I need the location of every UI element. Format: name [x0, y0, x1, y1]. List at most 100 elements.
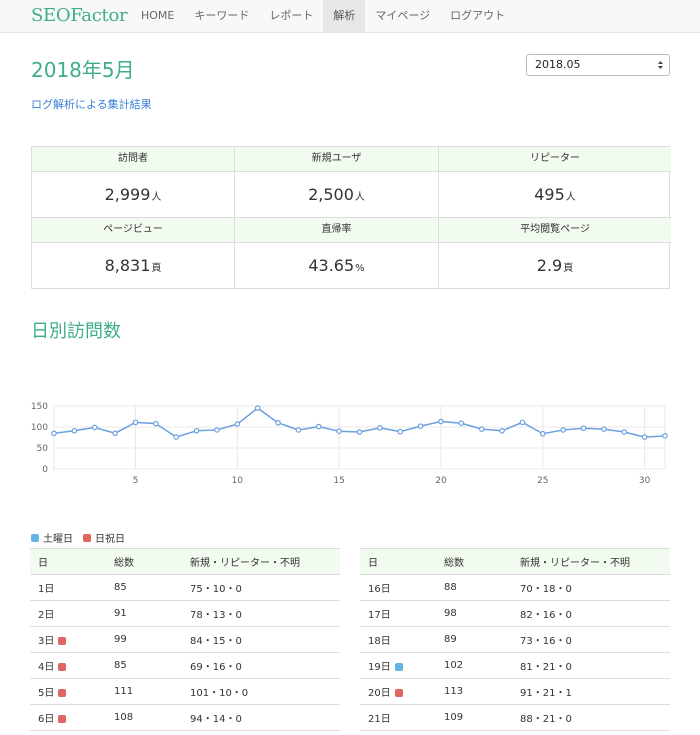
data-point — [621, 429, 628, 435]
holiday-swatch — [83, 533, 91, 542]
cell-day: 18日 — [360, 626, 436, 653]
data-point — [112, 430, 118, 437]
cell-total: 113 — [436, 678, 512, 705]
data-point — [234, 421, 241, 427]
table-row: 6日 108 94・14・0 — [30, 704, 340, 731]
page-title: 2018年5月 — [31, 58, 135, 82]
x-tick-label: 10 — [232, 476, 244, 486]
stat-value-new-users: 2,500人 — [235, 172, 439, 218]
nav-home[interactable]: HOME — [131, 0, 184, 32]
data-point — [580, 425, 587, 432]
data-point — [377, 425, 383, 431]
legend-saturday: 土曜日 — [31, 530, 73, 545]
saturday-marker — [394, 663, 403, 671]
data-point — [153, 420, 159, 427]
top-navbar: SEOFactor HOME キーワード レポート 解析 マイページ ログアウト — [0, 0, 700, 33]
daily-visits-title: 日別訪問数 — [31, 321, 121, 342]
cell-breakdown: 94・14・0 — [182, 704, 340, 731]
holiday-marker — [58, 663, 67, 671]
cell-total: 91 — [106, 600, 182, 627]
header-day: 日 — [30, 548, 106, 575]
table-row: 4日 85 69・16・0 — [30, 652, 340, 679]
header-day: 日 — [360, 548, 436, 575]
daily-table-left: 日 総数 新規・リピーター・不明 1日 85 75・10・0 2日 91 78・13・0 3… — [30, 548, 340, 731]
holiday-marker — [58, 637, 67, 645]
stat-value-repeaters: 495人 — [439, 172, 671, 218]
cell-day: 5日 — [30, 678, 106, 705]
stat-label-bounce-rate: 直帰率 — [235, 218, 439, 243]
header-total: 総数 — [106, 548, 182, 575]
data-point — [51, 430, 57, 437]
stat-label-pageviews: ページビュー — [32, 218, 235, 243]
stat-label-visitors: 訪問者 — [32, 147, 235, 172]
data-point — [478, 426, 485, 432]
stat-value-visitors: 2,999人 — [32, 172, 235, 218]
data-point — [499, 427, 505, 434]
data-point — [193, 427, 200, 434]
holiday-marker — [394, 689, 403, 697]
data-point — [417, 423, 424, 429]
data-point — [336, 428, 342, 435]
data-point — [662, 433, 668, 439]
table-row: 20日 113 91・21・1 — [360, 678, 670, 705]
table-row: 18日 89 73・16・0 — [360, 626, 670, 653]
y-tick-label: 100 — [31, 423, 48, 433]
cell-breakdown: 101・10・0 — [182, 678, 340, 705]
month-select[interactable]: 2018.05 — [526, 54, 670, 76]
cell-total: 108 — [106, 704, 182, 731]
saturday-swatch — [31, 533, 39, 542]
cell-day: 1日 — [30, 574, 106, 601]
nav-reports[interactable]: レポート — [259, 0, 323, 32]
brand-logo[interactable]: SEOFactor — [31, 4, 128, 28]
stat-label-avg-pages: 平均閲覧ページ — [439, 218, 671, 243]
nav-keywords[interactable]: キーワード — [184, 0, 259, 32]
holiday-marker — [58, 689, 67, 697]
y-tick-label: 150 — [31, 402, 48, 412]
data-point — [295, 427, 302, 433]
cell-breakdown: 81・21・0 — [512, 652, 670, 679]
cell-breakdown: 70・18・0 — [512, 574, 670, 601]
cell-breakdown: 78・13・0 — [182, 600, 340, 627]
cell-breakdown: 69・16・0 — [182, 652, 340, 679]
nav-analysis[interactable]: 解析 — [323, 0, 366, 32]
y-tick-label: 0 — [42, 465, 48, 475]
legend-holiday: 日祝日 — [83, 530, 125, 545]
stats-grid: 訪問者 新規ユーザ リピーター 2,999人 2,500人 495人 ページビュ… — [31, 146, 671, 289]
cell-total: 85 — [106, 652, 182, 679]
data-point — [173, 434, 180, 440]
cell-day: 4日 — [30, 652, 106, 679]
cell-total: 109 — [436, 704, 512, 731]
summary-link[interactable]: ログ解析による集計結果 — [31, 98, 152, 112]
daily-visits-chart: 0 50 100 150 5 10 15 20 25 30 — [31, 402, 668, 486]
data-point — [214, 427, 220, 433]
cell-breakdown: 84・15・0 — [182, 626, 340, 653]
data-point — [438, 418, 444, 425]
nav-logout[interactable]: ログアウト — [440, 0, 515, 32]
cell-total: 99 — [106, 626, 182, 653]
x-tick-label: 25 — [537, 476, 548, 486]
table-row: 1日 85 75・10・0 — [30, 574, 340, 601]
data-point — [539, 430, 546, 437]
data-point — [601, 426, 607, 432]
x-tick-label: 15 — [333, 476, 344, 486]
data-point — [641, 434, 648, 440]
cell-total: 89 — [436, 626, 512, 653]
stat-label-repeaters: リピーター — [439, 147, 671, 172]
cell-total: 111 — [106, 678, 182, 705]
x-tick-label: 30 — [639, 476, 651, 486]
cell-breakdown: 75・10・0 — [182, 574, 340, 601]
month-select-value: 2018.05 — [535, 58, 581, 71]
cell-day: 3日 — [30, 626, 106, 653]
stat-value-bounce-rate: 43.65% — [235, 243, 439, 289]
table-row: 17日 98 82・16・0 — [360, 600, 670, 627]
cell-day: 6日 — [30, 704, 106, 731]
cell-total: 88 — [436, 574, 512, 601]
holiday-marker — [58, 715, 67, 723]
cell-breakdown: 82・16・0 — [512, 600, 670, 627]
main-nav: HOME キーワード レポート 解析 マイページ ログアウト — [131, 0, 515, 32]
cell-day: 21日 — [360, 704, 436, 731]
cell-breakdown: 88・21・0 — [512, 704, 670, 731]
nav-mypage[interactable]: マイページ — [365, 0, 440, 32]
plot-frame — [53, 405, 666, 470]
cell-total: 85 — [106, 574, 182, 601]
